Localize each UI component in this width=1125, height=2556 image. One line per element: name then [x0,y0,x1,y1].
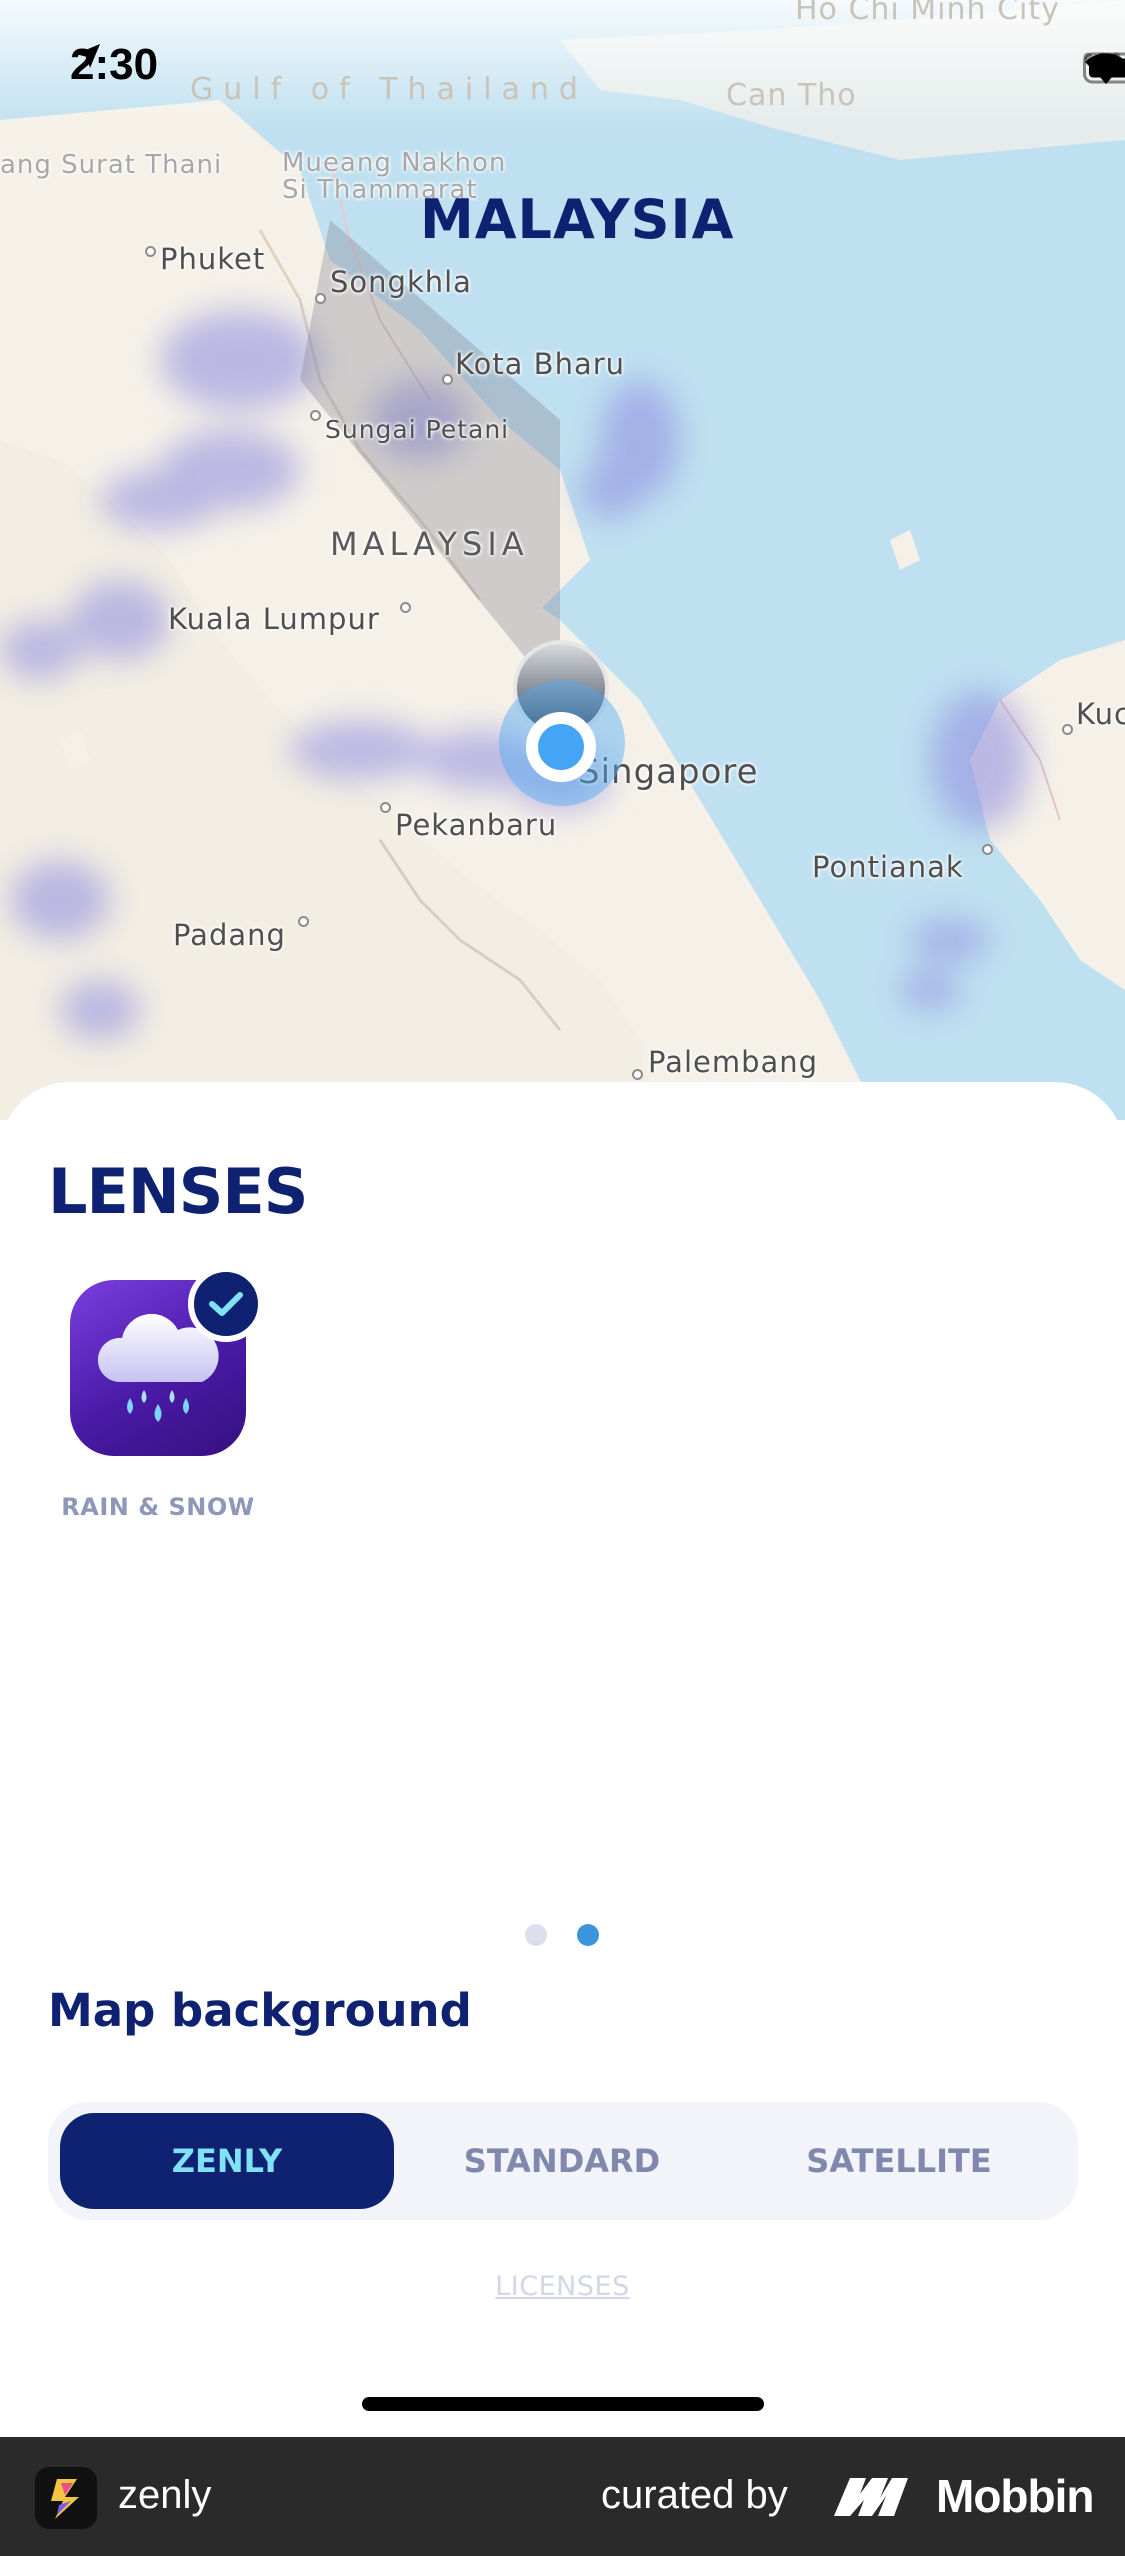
curated-by-text: curated by [601,2473,788,2517]
map-style-zenly-button[interactable]: ZENLY [60,2113,394,2209]
city-dot [982,844,993,855]
map-label-pontianak: Pontianak [812,850,964,884]
location-arrow-icon [76,44,100,68]
page-indicator[interactable] [525,1924,599,1946]
page-dot-1[interactable] [525,1924,547,1946]
mobbin-logo-icon [834,2478,908,2516]
map-label-kota-bharu: Kota Bharu [455,347,626,381]
map-background-segmented-control: ZENLY STANDARD SATELLITE [48,2102,1078,2220]
city-dot [400,602,411,613]
zenly-app-icon [35,2467,97,2529]
user-location-dot[interactable] [526,712,596,782]
map-style-standard-button[interactable]: STANDARD [395,2113,729,2209]
status-time: 2:30 [70,40,158,90]
lens-selected-badge [188,1266,264,1342]
lenses-title: LENSES [48,1155,308,1228]
map-label-ho-chi-minh: Ho Chi Minh City [795,0,1060,27]
map-label-nakhon: Mueang Nakhon [282,148,507,178]
home-indicator[interactable] [362,2397,764,2411]
city-dot [315,293,326,304]
app-name: zenly [118,2473,212,2517]
city-dot [632,1069,643,1080]
page-dot-2[interactable] [577,1924,599,1946]
city-dot [298,916,309,927]
city-dot [310,410,321,421]
map-background-title: Map background [48,1984,472,2037]
map-label-palembang: Palembang [648,1045,819,1079]
check-icon [209,1292,243,1316]
map-label-kuching: Kuc [1076,697,1125,731]
map-label-gulf: Gulf of Thailand [190,72,588,107]
lens-label: RAIN & SNOW [61,1493,255,1521]
map-label-phuket: Phuket [160,242,266,276]
licenses-link[interactable]: LICENSES [0,2271,1125,2302]
mobbin-brand: Mobbin [936,2470,1094,2522]
city-dot [380,802,391,813]
map-label-pekanbaru: Pekanbaru [395,808,558,842]
map-region-title: MALAYSIA [420,188,735,251]
city-dot [442,374,453,385]
map-label-songkhla: Songkhla [330,265,472,299]
map-style-satellite-button[interactable]: SATELLITE [732,2113,1066,2209]
map-label-sungai-petani: Sungai Petani [325,415,510,444]
map-label-can-tho: Can Tho [726,78,857,113]
map-label-padang: Padang [173,918,286,952]
map-label-surat-thani: ang Surat Thani [0,150,223,180]
city-dot [145,246,156,257]
city-dot [1062,724,1073,735]
battery-icon [1083,52,1125,84]
map-view[interactable]: Ho Chi Minh City Gulf of Thailand Can Th… [0,0,1125,1120]
map-label-malaysia: MALAYSIA [330,525,529,563]
map-label-kuala-lumpur: Kuala Lumpur [168,602,380,636]
